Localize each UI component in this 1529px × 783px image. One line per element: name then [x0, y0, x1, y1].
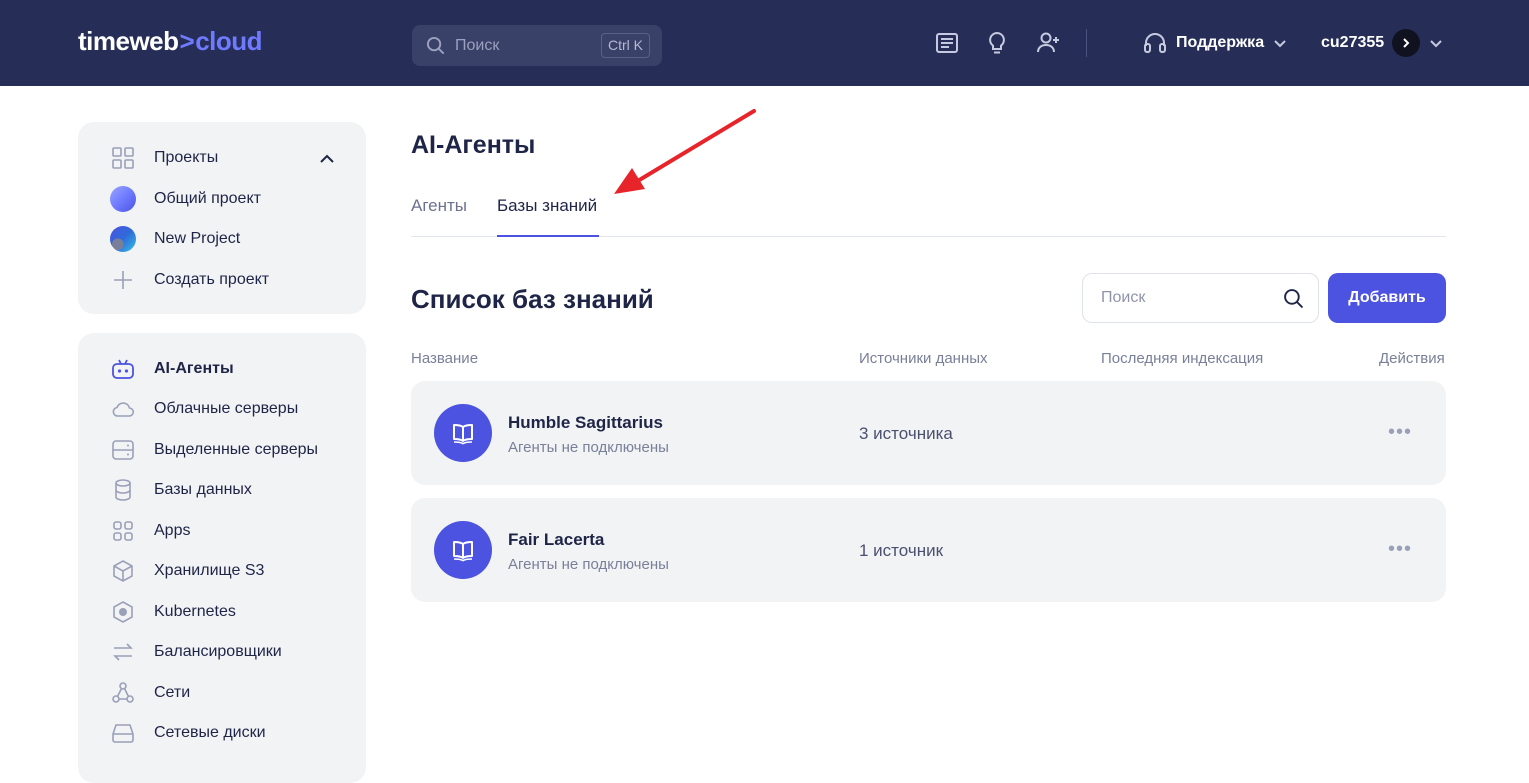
- server-icon: [110, 437, 136, 463]
- user-menu[interactable]: cu27355: [1321, 28, 1444, 58]
- nav-item-cloud-servers[interactable]: Облачные серверы: [110, 396, 298, 422]
- chevron-right-icon: [1392, 29, 1421, 57]
- nav-label: Облачные серверы: [154, 400, 299, 417]
- annotation-arrow: [614, 109, 756, 194]
- news-icon[interactable]: [934, 30, 960, 56]
- grid-icon: [110, 145, 136, 171]
- disk-icon: [110, 720, 136, 746]
- nav-label: Сетевые диски: [154, 724, 266, 741]
- support-label: Поддержка: [1176, 34, 1265, 51]
- nav-item-kubernetes[interactable]: Kubernetes: [110, 599, 236, 625]
- user-name: cu27355: [1321, 34, 1385, 51]
- add-button[interactable]: Добавить: [1328, 273, 1446, 323]
- table-row[interactable]: Humble Sagittarius Агенты не подключены …: [411, 381, 1446, 485]
- apps-icon: [110, 518, 136, 544]
- network-icon: [110, 680, 136, 706]
- project-label: Общий проект: [154, 190, 261, 207]
- kb-name[interactable]: Humble Sagittarius: [508, 413, 663, 433]
- table-row[interactable]: Fair Lacerta Агенты не подключены 1 исто…: [411, 498, 1446, 602]
- projects-title: Проекты: [154, 149, 219, 166]
- nav-label: AI-Агенты: [154, 360, 234, 377]
- search-shortcut: Ctrl K: [601, 33, 650, 58]
- nav-label: Балансировщики: [154, 643, 282, 660]
- database-icon: [110, 477, 136, 503]
- book-icon: [434, 521, 492, 579]
- nav-item-databases[interactable]: Базы данных: [110, 477, 252, 503]
- kb-status: Агенты не подключены: [508, 439, 669, 456]
- nav-label: Сети: [154, 684, 191, 701]
- tab-agents[interactable]: Агенты: [411, 196, 467, 216]
- nav-item-networks[interactable]: Сети: [110, 680, 190, 706]
- search-icon[interactable]: [1283, 288, 1304, 309]
- nav-card: AI-Агенты Облачные серверы Выделенные се…: [78, 333, 366, 783]
- balancer-icon: [110, 639, 136, 665]
- project-item-new[interactable]: New Project: [110, 226, 240, 252]
- headset-icon: [1144, 33, 1166, 53]
- column-header-name: Название: [411, 350, 479, 367]
- chevron-up-icon[interactable]: [318, 150, 336, 168]
- nav-label: Apps: [154, 522, 191, 539]
- cube-icon: [110, 558, 136, 584]
- kb-name[interactable]: Fair Lacerta: [508, 530, 604, 550]
- logo-accent: cloud: [195, 26, 263, 56]
- more-actions-icon[interactable]: •••: [1388, 421, 1412, 444]
- global-search[interactable]: Поиск Ctrl K: [412, 25, 662, 66]
- cloud-icon: [110, 396, 136, 422]
- create-project-label: Создать проект: [154, 271, 270, 288]
- column-header-actions: Действия: [1379, 350, 1445, 367]
- kb-sources: 1 источник: [859, 541, 944, 560]
- logo[interactable]: timeweb>cloud: [78, 26, 263, 57]
- kb-search: [1082, 273, 1319, 323]
- page-title: AI-Агенты: [411, 131, 536, 159]
- lightbulb-icon[interactable]: [984, 30, 1010, 56]
- chevron-down-icon: [1274, 40, 1286, 48]
- active-tab-indicator: [497, 235, 599, 237]
- robot-icon: [110, 356, 136, 382]
- create-project-button[interactable]: Создать проект: [110, 267, 269, 293]
- nav-label: Хранилище S3: [154, 562, 265, 579]
- project-label: New Project: [154, 230, 241, 247]
- logo-separator: >: [179, 26, 195, 56]
- top-bar: timeweb>cloud Поиск Ctrl K Поддержка cu2…: [0, 0, 1529, 86]
- nav-label: Kubernetes: [154, 603, 236, 620]
- nav-item-network-disks[interactable]: Сетевые диски: [110, 720, 266, 746]
- kb-status: Агенты не подключены: [508, 556, 669, 573]
- nav-label: Выделенные серверы: [154, 441, 319, 458]
- add-user-icon[interactable]: [1035, 30, 1061, 56]
- logo-main: timeweb: [78, 26, 179, 56]
- nav-item-apps[interactable]: Apps: [110, 518, 190, 544]
- nav-item-dedicated-servers[interactable]: Выделенные серверы: [110, 437, 318, 463]
- more-actions-icon[interactable]: •••: [1388, 538, 1412, 561]
- column-header-last-index: Последняя индексация: [1101, 350, 1264, 367]
- projects-card: Проекты Общий проект New Project Создать…: [78, 122, 366, 314]
- nav-item-s3-storage[interactable]: Хранилище S3: [110, 558, 264, 584]
- header-divider: [1086, 29, 1087, 57]
- global-search-placeholder: Поиск: [455, 37, 500, 54]
- list-title: Список баз знаний: [411, 284, 654, 314]
- search-icon: [426, 36, 445, 55]
- book-icon: [434, 404, 492, 462]
- tab-knowledge-bases[interactable]: Базы знаний: [497, 196, 597, 216]
- support-menu[interactable]: Поддержка: [1142, 30, 1288, 56]
- project-avatar: [110, 186, 136, 212]
- nav-label: Базы данных: [154, 481, 252, 498]
- column-header-sources: Источники данных: [859, 350, 988, 367]
- chevron-down-icon: [1430, 40, 1442, 48]
- nav-item-ai-agents[interactable]: AI-Агенты: [110, 356, 234, 382]
- kubernetes-icon: [110, 599, 136, 625]
- plus-icon: [110, 267, 136, 293]
- nav-item-balancers[interactable]: Балансировщики: [110, 639, 282, 665]
- project-avatar: [110, 226, 136, 252]
- kb-sources: 3 источника: [859, 424, 953, 443]
- projects-header[interactable]: Проекты: [110, 145, 218, 171]
- project-item-general[interactable]: Общий проект: [110, 186, 261, 212]
